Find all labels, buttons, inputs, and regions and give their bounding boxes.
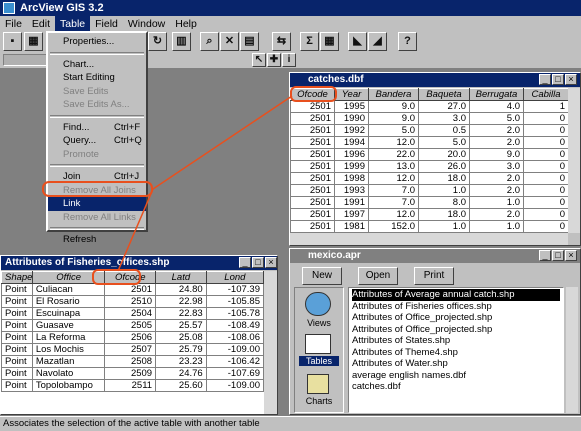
callout-lines bbox=[117, 95, 293, 272]
status-text: Associates the selection of the active t… bbox=[3, 418, 260, 429]
statusbar: Associates the selection of the active t… bbox=[0, 416, 581, 431]
